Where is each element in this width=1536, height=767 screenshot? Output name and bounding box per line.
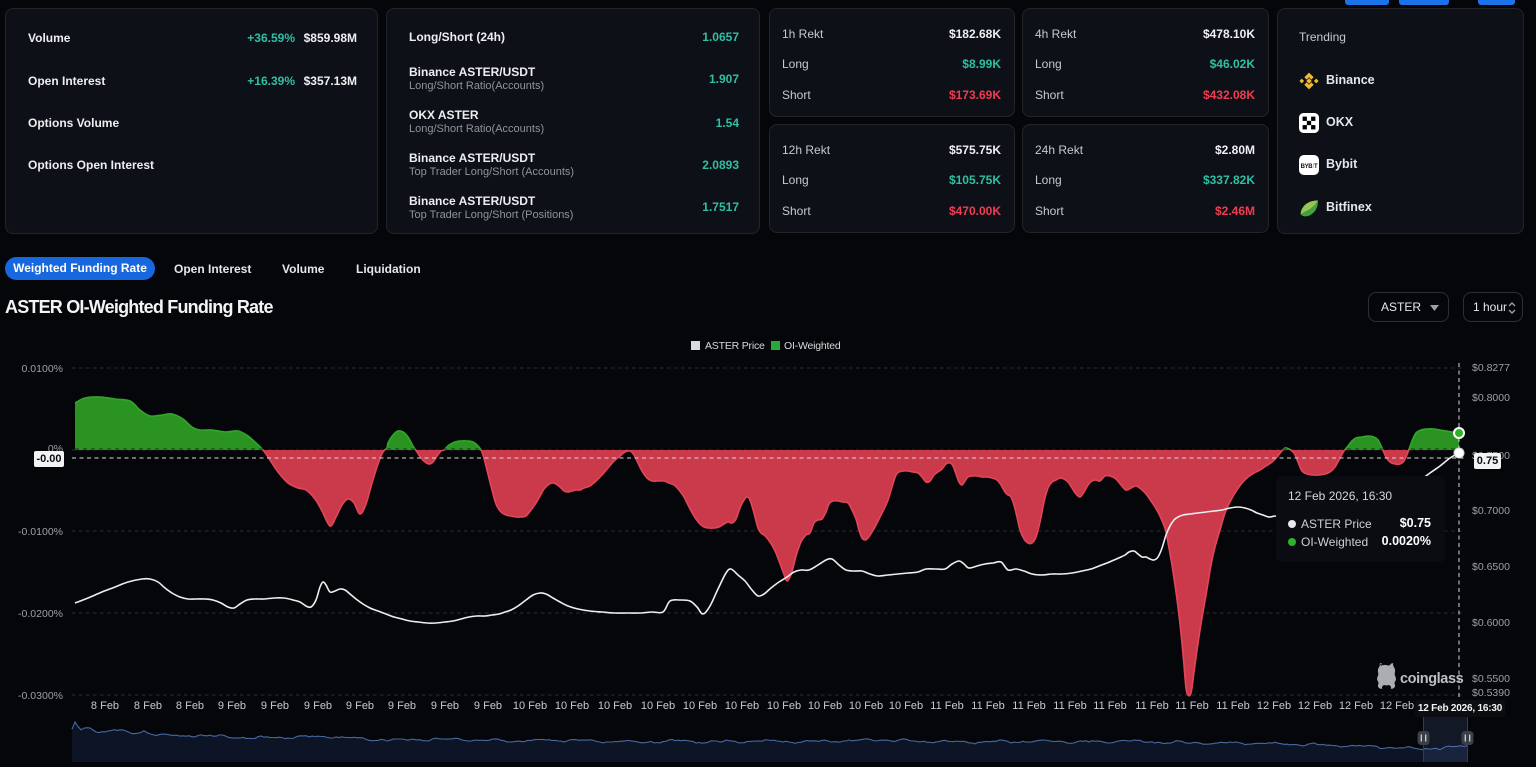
svg-text:10 Feb: 10 Feb [808,700,842,712]
svg-text:10 Feb: 10 Feb [598,700,632,712]
svg-text:11 Feb: 11 Feb [1175,700,1208,712]
svg-text:11 Feb: 11 Feb [1053,700,1086,712]
svg-text:-0.0100%: -0.0100% [18,526,63,538]
svg-text:12 Feb: 12 Feb [1257,700,1291,712]
svg-text:9 Feb: 9 Feb [431,700,459,712]
svg-text:$0.5390: $0.5390 [1472,687,1510,699]
svg-text:coinglass: coinglass [1400,671,1464,687]
svg-text:10 Feb: 10 Feb [555,700,589,712]
svg-text:12 Feb: 12 Feb [1298,700,1332,712]
svg-text:9 Feb: 9 Feb [388,700,416,712]
svg-text:8 Feb: 8 Feb [134,700,162,712]
svg-text:10 Feb: 10 Feb [767,700,801,712]
svg-text:9 Feb: 9 Feb [261,700,289,712]
svg-text:10 Feb: 10 Feb [725,700,759,712]
svg-text:9 Feb: 9 Feb [218,700,246,712]
svg-text:$0.7000: $0.7000 [1472,505,1510,517]
svg-text:-0.0200%: -0.0200% [18,608,63,620]
svg-text:8 Feb: 8 Feb [91,700,119,712]
svg-text:8 Feb: 8 Feb [176,700,204,712]
svg-text:12 Feb: 12 Feb [1380,700,1414,712]
svg-text:-0.0300%: -0.0300% [18,690,63,702]
svg-text:0.0100%: 0.0100% [22,363,63,375]
svg-text:11 Feb: 11 Feb [930,700,963,712]
svg-text:12 Feb: 12 Feb [1339,700,1373,712]
svg-text:11 Feb: 11 Feb [971,700,1004,712]
svg-text:$0.8277: $0.8277 [1472,362,1510,374]
svg-text:11 Feb: 11 Feb [1012,700,1045,712]
svg-text:10 Feb: 10 Feb [889,700,923,712]
svg-text:11 Feb: 11 Feb [1135,700,1168,712]
svg-text:10 Feb: 10 Feb [849,700,883,712]
svg-text:$0.8000: $0.8000 [1472,392,1510,404]
svg-text:10 Feb: 10 Feb [641,700,675,712]
svg-text:$0.5500: $0.5500 [1472,673,1510,685]
svg-text:BYB!T: BYB!T [1301,164,1318,170]
svg-text:11 Feb: 11 Feb [1216,700,1249,712]
svg-text:11 Feb: 11 Feb [1093,700,1126,712]
svg-text:9 Feb: 9 Feb [474,700,502,712]
svg-text:9 Feb: 9 Feb [346,700,374,712]
svg-text:9 Feb: 9 Feb [304,700,332,712]
svg-text:10 Feb: 10 Feb [683,700,717,712]
svg-text:10 Feb: 10 Feb [513,700,547,712]
svg-text:$0.6500: $0.6500 [1472,561,1510,573]
svg-text:$0.6000: $0.6000 [1472,617,1510,629]
